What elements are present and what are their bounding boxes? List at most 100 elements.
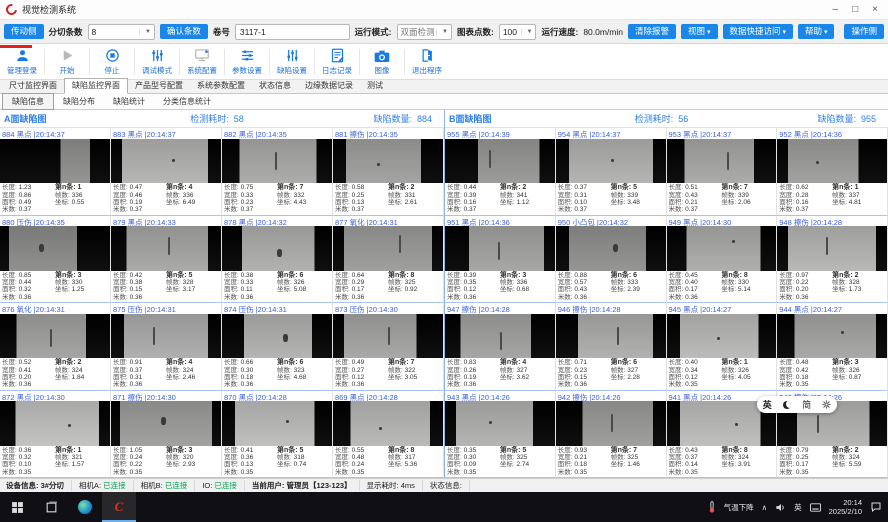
defect-thumbnail[interactable]	[0, 139, 110, 184]
defect-thumbnail[interactable]	[222, 401, 332, 446]
ime-simplified-toggle[interactable]: 简	[802, 398, 811, 411]
weather-text[interactable]: 气温下降	[724, 502, 754, 513]
defect-card[interactable]: 873 压伤 |20:14:30长度: 0.49宽度: 0.27面积: 0.12…	[333, 303, 444, 391]
defect-card[interactable]: 875 压伤 |20:14:31长度: 0.91宽度: 0.37面积: 0.31…	[111, 303, 222, 391]
defect-card[interactable]: 942 擦伤 |20:14:26长度: 0.93宽度: 0.21面积: 0.18…	[556, 391, 667, 479]
task-view-button[interactable]	[34, 492, 68, 522]
defect-thumbnail[interactable]	[222, 226, 332, 271]
sub-tab-2[interactable]: 缺陷统计	[104, 94, 154, 109]
defect-thumbnail[interactable]	[667, 314, 777, 359]
defect-thumbnail[interactable]	[667, 226, 777, 271]
volume-icon[interactable]	[775, 502, 786, 513]
defect-card[interactable]: 880 压伤 |20:14:35长度: 0.85宽度: 0.44面积: 0.32…	[0, 216, 111, 304]
defect-card[interactable]: 952 黑点 |20:14:36长度: 0.62宽度: 0.28面积: 0.16…	[777, 128, 888, 216]
defect-card[interactable]: 946 擦伤 |20:14:28长度: 0.71宽度: 0.23面积: 0.15…	[556, 303, 667, 391]
action-button-monitor[interactable]: 系统配置	[182, 47, 222, 76]
roll-number-input[interactable]: 3117-1	[235, 24, 350, 40]
main-tab-5[interactable]: 边缘数据记录	[298, 79, 360, 93]
defect-card[interactable]: 871 擦伤 |20:14:30长度: 1.05宽度: 0.24面积: 0.22…	[111, 391, 222, 479]
defect-card[interactable]: 878 黑点 |20:14:32长度: 0.38宽度: 0.33面积: 0.11…	[222, 216, 333, 304]
sub-tab-1[interactable]: 缺陷分布	[54, 94, 104, 109]
moon-icon[interactable]	[783, 401, 791, 409]
action-button-sliders-v2[interactable]: 缺陷设置	[272, 47, 312, 76]
defect-card[interactable]: 872 黑点 |20:14:30长度: 0.36宽度: 0.32面积: 0.10…	[0, 391, 111, 479]
defect-thumbnail[interactable]	[0, 314, 110, 359]
main-tab-1[interactable]: 缺陷监控界面	[64, 78, 128, 94]
defect-thumbnail[interactable]	[445, 226, 555, 271]
defect-thumbnail[interactable]	[111, 139, 221, 184]
minimize-button[interactable]: –	[833, 5, 839, 15]
defect-card[interactable]: 882 黑点 |20:14:35长度: 0.75宽度: 0.33面积: 0.23…	[222, 128, 333, 216]
defect-thumbnail[interactable]	[777, 139, 887, 184]
defect-thumbnail[interactable]	[333, 139, 443, 184]
clock[interactable]: 20:14 2025/2/10	[829, 498, 862, 516]
help-menu-button[interactable]: 帮助	[798, 24, 834, 39]
browser-icon[interactable]	[68, 492, 102, 522]
defect-card[interactable]: 945 黑点 |20:14:27长度: 0.40宽度: 0.34面积: 0.12…	[667, 303, 778, 391]
action-button-log[interactable]: 日志记录	[317, 47, 357, 76]
sub-tab-0[interactable]: 缺陷信息	[2, 93, 54, 110]
chart-points-select[interactable]: 100▼	[499, 24, 537, 40]
main-tab-3[interactable]: 系统参数配置	[190, 79, 252, 93]
action-button-sliders-v[interactable]: 调试模式	[137, 47, 177, 76]
defect-thumbnail[interactable]	[556, 226, 666, 271]
slit-count-select[interactable]: 8▼	[88, 24, 155, 40]
defect-card[interactable]: 949 黑点 |20:14:30长度: 0.45宽度: 0.40面积: 0.17…	[667, 216, 778, 304]
defect-thumbnail[interactable]	[111, 226, 221, 271]
defect-thumbnail[interactable]	[445, 314, 555, 359]
action-button-camera[interactable]: 图像	[362, 47, 402, 76]
defect-card[interactable]: 955 黑点 |20:14:39长度: 0.44宽度: 0.39面积: 0.16…	[445, 128, 556, 216]
main-tab-4[interactable]: 状态信息	[252, 79, 298, 93]
action-button-user[interactable]: 管理登录	[2, 47, 42, 76]
close-button[interactable]: ×	[872, 5, 878, 15]
defect-thumbnail[interactable]	[333, 314, 443, 359]
defect-card[interactable]: 953 黑点 |20:14:37长度: 0.51宽度: 0.43面积: 0.21…	[667, 128, 778, 216]
defect-thumbnail[interactable]	[556, 139, 666, 184]
drive-side-button[interactable]: 传动侧	[4, 24, 44, 39]
defect-card[interactable]: 879 黑点 |20:14:33长度: 0.42宽度: 0.38面积: 0.15…	[111, 216, 222, 304]
clear-alarm-button[interactable]: 清除报警	[628, 24, 676, 39]
defect-card[interactable]: 943 黑点 |20:14:26长度: 0.35宽度: 0.30面积: 0.09…	[445, 391, 556, 479]
sub-tab-3[interactable]: 分类信息统计	[154, 94, 220, 109]
defect-thumbnail[interactable]	[777, 226, 887, 271]
action-button-stop[interactable]: 停止	[92, 47, 132, 76]
action-button-sliders-h[interactable]: 参数设置	[227, 47, 267, 76]
run-mode-select[interactable]: 双面检测▼	[397, 24, 452, 40]
confirm-count-button[interactable]: 确认条数	[160, 24, 208, 39]
defect-card[interactable]: 944 黑点 |20:14:27长度: 0.48宽度: 0.42面积: 0.18…	[777, 303, 888, 391]
data-quick-access-menu-button[interactable]: 数据快捷访问	[723, 24, 793, 39]
defect-thumbnail[interactable]	[333, 401, 443, 446]
defect-card[interactable]: 877 氧化 |20:14:31长度: 0.64宽度: 0.29面积: 0.17…	[333, 216, 444, 304]
ime-tray-lang[interactable]: 英	[794, 502, 802, 513]
defect-card[interactable]: 874 压伤 |20:14:31长度: 0.66宽度: 0.30面积: 0.18…	[222, 303, 333, 391]
tray-expand-caret[interactable]: ∧	[762, 503, 768, 512]
defect-thumbnail[interactable]	[222, 314, 332, 359]
defect-thumbnail[interactable]	[222, 139, 332, 184]
defect-thumbnail[interactable]	[445, 139, 555, 184]
defect-card[interactable]: 954 黑点 |20:14:37长度: 0.37宽度: 0.31面积: 0.10…	[556, 128, 667, 216]
keyboard-icon[interactable]	[810, 503, 821, 512]
start-button[interactable]	[0, 492, 34, 522]
notification-center-icon[interactable]	[870, 501, 882, 513]
defect-card[interactable]: 950 小凸包 |20:14:32长度: 0.88宽度: 0.57面积: 0.4…	[556, 216, 667, 304]
defect-card[interactable]: 883 黑点 |20:14:37长度: 0.47宽度: 0.46面积: 0.19…	[111, 128, 222, 216]
defect-card[interactable]: 881 擦伤 |20:14:35长度: 0.58宽度: 0.25面积: 0.13…	[333, 128, 444, 216]
defect-card[interactable]: 870 黑点 |20:14:28长度: 0.41宽度: 0.36面积: 0.13…	[222, 391, 333, 479]
defect-card[interactable]: 947 擦伤 |20:14:28长度: 0.83宽度: 0.26面积: 0.19…	[445, 303, 556, 391]
defect-thumbnail[interactable]	[556, 314, 666, 359]
defect-card[interactable]: 951 黑点 |20:14:36长度: 0.39宽度: 0.35面积: 0.12…	[445, 216, 556, 304]
ime-toolbar[interactable]: 英 简	[757, 396, 837, 413]
maximize-button[interactable]: □	[852, 5, 858, 15]
main-tab-6[interactable]: 测试	[360, 79, 390, 93]
gear-icon[interactable]	[822, 400, 831, 409]
action-button-play[interactable]: 开始	[47, 47, 87, 76]
action-button-exit[interactable]: 退出程序	[407, 47, 447, 76]
defect-thumbnail[interactable]	[777, 314, 887, 359]
operator-side-button[interactable]: 操作侧	[844, 24, 884, 39]
main-tab-0[interactable]: 尺寸监控界面	[2, 79, 64, 93]
defect-card[interactable]: 876 氧化 |20:14:31长度: 0.52宽度: 0.41面积: 0.20…	[0, 303, 111, 391]
inspection-app-taskbar-icon[interactable]: C	[102, 492, 136, 522]
defect-thumbnail[interactable]	[111, 314, 221, 359]
defect-thumbnail[interactable]	[445, 401, 555, 446]
defect-card[interactable]: 884 黑点 |20:14:37长度: 1.23宽度: 0.86面积: 0.49…	[0, 128, 111, 216]
